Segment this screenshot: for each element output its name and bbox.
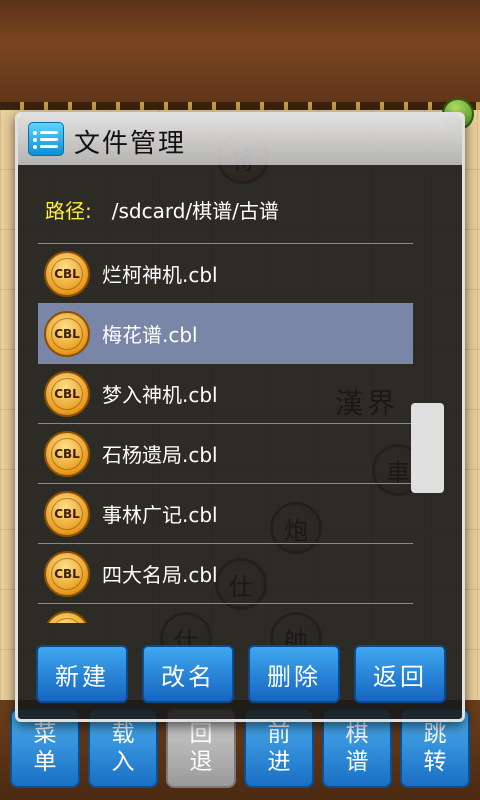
cbl-file-icon: CBL bbox=[44, 490, 90, 537]
back-button[interactable]: 返回 bbox=[354, 645, 446, 703]
cbl-file-icon: CBL bbox=[44, 430, 90, 477]
cbl-file-icon: CBL bbox=[44, 310, 90, 357]
file-name: 烂柯神机.cbl bbox=[102, 263, 218, 287]
dialog-header: 文件管理 bbox=[18, 115, 462, 165]
file-name: 梦入神机.cbl bbox=[102, 383, 218, 407]
file-name: 四大名局.cbl bbox=[102, 563, 218, 587]
file-name: 梅花谱.cbl bbox=[102, 323, 198, 347]
list-item[interactable] bbox=[38, 604, 413, 623]
path-label: 路径: bbox=[45, 198, 92, 223]
cbl-file-icon: CBL bbox=[44, 370, 90, 417]
list-item[interactable]: CBL 事林广记.cbl bbox=[38, 484, 413, 544]
dialog-button-row: 新建 改名 删除 返回 bbox=[18, 645, 462, 705]
file-name: 石杨遗局.cbl bbox=[102, 443, 218, 467]
new-button[interactable]: 新建 bbox=[36, 645, 128, 703]
wood-frame-top bbox=[0, 0, 480, 110]
cbl-file-icon: CBL bbox=[44, 550, 90, 597]
file-name: 事林广记.cbl bbox=[102, 503, 218, 527]
cbl-file-icon: CBL bbox=[44, 250, 90, 297]
list-item[interactable]: CBL 石杨遗局.cbl bbox=[38, 424, 413, 484]
list-item[interactable]: CBL 烂柯神机.cbl bbox=[38, 244, 413, 304]
dialog-title: 文件管理 bbox=[74, 129, 187, 159]
rename-button[interactable]: 改名 bbox=[142, 645, 234, 703]
list-item[interactable]: CBL 梦入神机.cbl bbox=[38, 364, 413, 424]
list-item[interactable]: CBL 四大名局.cbl bbox=[38, 544, 413, 604]
file-manager-dialog: 文件管理 路径: /sdcard/棋谱/古谱 CBL 烂柯神机.cbl CBL … bbox=[15, 112, 465, 722]
path-row: 路径: /sdcard/棋谱/古谱 bbox=[45, 193, 279, 225]
list-icon bbox=[28, 122, 64, 156]
list-item-selected[interactable]: CBL 梅花谱.cbl bbox=[38, 304, 413, 364]
scrollbar-thumb[interactable] bbox=[411, 403, 444, 493]
file-list[interactable]: CBL 烂柯神机.cbl CBL 梅花谱.cbl CBL 梦入神机.cbl CB… bbox=[38, 243, 413, 623]
cbl-file-icon bbox=[44, 610, 90, 623]
path-value: /sdcard/棋谱/古谱 bbox=[111, 198, 279, 223]
delete-button[interactable]: 删除 bbox=[248, 645, 340, 703]
